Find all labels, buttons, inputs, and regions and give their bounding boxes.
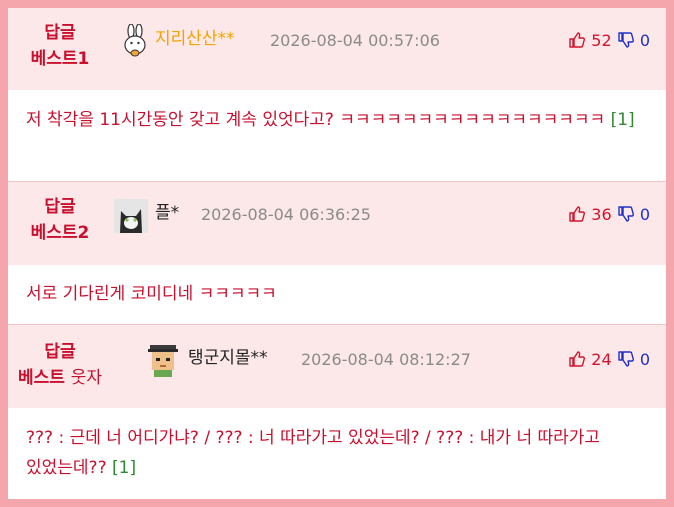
- best-reply-badge: 답글 베스트2: [14, 194, 106, 246]
- best-reply-badge: 답글 베스트 웃자: [14, 339, 106, 391]
- badge-reply-label: 답글: [44, 197, 76, 217]
- timestamp: 2026-08-04 08:12:27: [301, 350, 471, 369]
- badge-best-label: 베스트2: [30, 223, 90, 243]
- badge-best-label: 베스트 웃자: [17, 368, 103, 388]
- comment-text: 저 착각을 11시간동안 갖고 계속 있엇다고? ㅋㅋㅋㅋㅋㅋㅋㅋㅋㅋㅋㅋㅋㅋㅋ…: [26, 110, 635, 130]
- upvote-count: 36: [591, 205, 612, 224]
- thumbs-up-icon[interactable]: [568, 31, 586, 55]
- thumbs-up-icon[interactable]: [568, 350, 586, 374]
- downvote-count: 0: [639, 205, 650, 224]
- reference-link[interactable]: [1]: [112, 458, 136, 478]
- comment-body: ??? : 근데 너 어디가냐? / ??? : 너 따라가고 있었는데? / …: [8, 408, 666, 499]
- reference-link[interactable]: [1]: [611, 110, 635, 130]
- downvote-count: 0: [639, 31, 650, 50]
- comment-text: ??? : 근데 너 어디가냐? / ??? : 너 따라가고 있었는데? / …: [26, 428, 601, 478]
- upvote-count: 52: [591, 31, 612, 50]
- thumbs-down-icon[interactable]: [617, 31, 635, 55]
- rabbit-avatar-icon[interactable]: [118, 24, 152, 58]
- comment-header: 답글 베스트1 지리산산** 2026-08-04 00:57:06 52 0: [8, 8, 666, 90]
- comment-body: 저 착각을 11시간동안 갖고 계속 있엇다고? ㅋㅋㅋㅋㅋㅋㅋㅋㅋㅋㅋㅋㅋㅋㅋ…: [8, 90, 666, 181]
- badge-best-label: 베스트1: [30, 49, 90, 69]
- downvote-count: 0: [639, 350, 650, 369]
- nickname[interactable]: 지리산산**: [155, 28, 235, 50]
- vote-counts: 52 0: [568, 30, 650, 55]
- cat-avatar-icon[interactable]: [114, 199, 148, 233]
- best-reply-badge: 답글 베스트1: [14, 20, 106, 72]
- upvote-count: 24: [591, 350, 612, 369]
- thumbs-up-icon[interactable]: [568, 205, 586, 229]
- badge-reply-label: 답글: [44, 23, 76, 43]
- nickname[interactable]: 플*: [155, 202, 179, 224]
- vote-counts: 24 0: [568, 349, 650, 374]
- thumbs-down-icon[interactable]: [617, 205, 635, 229]
- comment-body: 서로 기다린게 코미디네 ㅋㅋㅋㅋㅋ: [8, 265, 666, 324]
- nickname[interactable]: 탱군지몰**: [188, 347, 268, 369]
- badge-reply-label: 답글: [44, 342, 76, 362]
- timestamp: 2026-08-04 00:57:06: [270, 31, 440, 50]
- comment-text: 서로 기다린게 코미디네 ㅋㅋㅋㅋㅋ: [26, 284, 277, 304]
- thumbs-down-icon[interactable]: [617, 350, 635, 374]
- badge-extra-label: 웃자: [70, 368, 103, 388]
- comment-header: 답글 베스트2 플* 2026-08-04 06:36:25 36 0: [8, 182, 666, 265]
- comment-list: 답글 베스트1 지리산산** 2026-08-04 00:57:06 52 0 …: [8, 8, 666, 499]
- timestamp: 2026-08-04 06:36:25: [201, 205, 371, 224]
- pixel-character-avatar-icon[interactable]: [146, 343, 180, 377]
- comment-header: 답글 베스트 웃자 탱군지몰** 2026-08-04 08:12:27 24 …: [8, 325, 666, 408]
- vote-counts: 36 0: [568, 204, 650, 229]
